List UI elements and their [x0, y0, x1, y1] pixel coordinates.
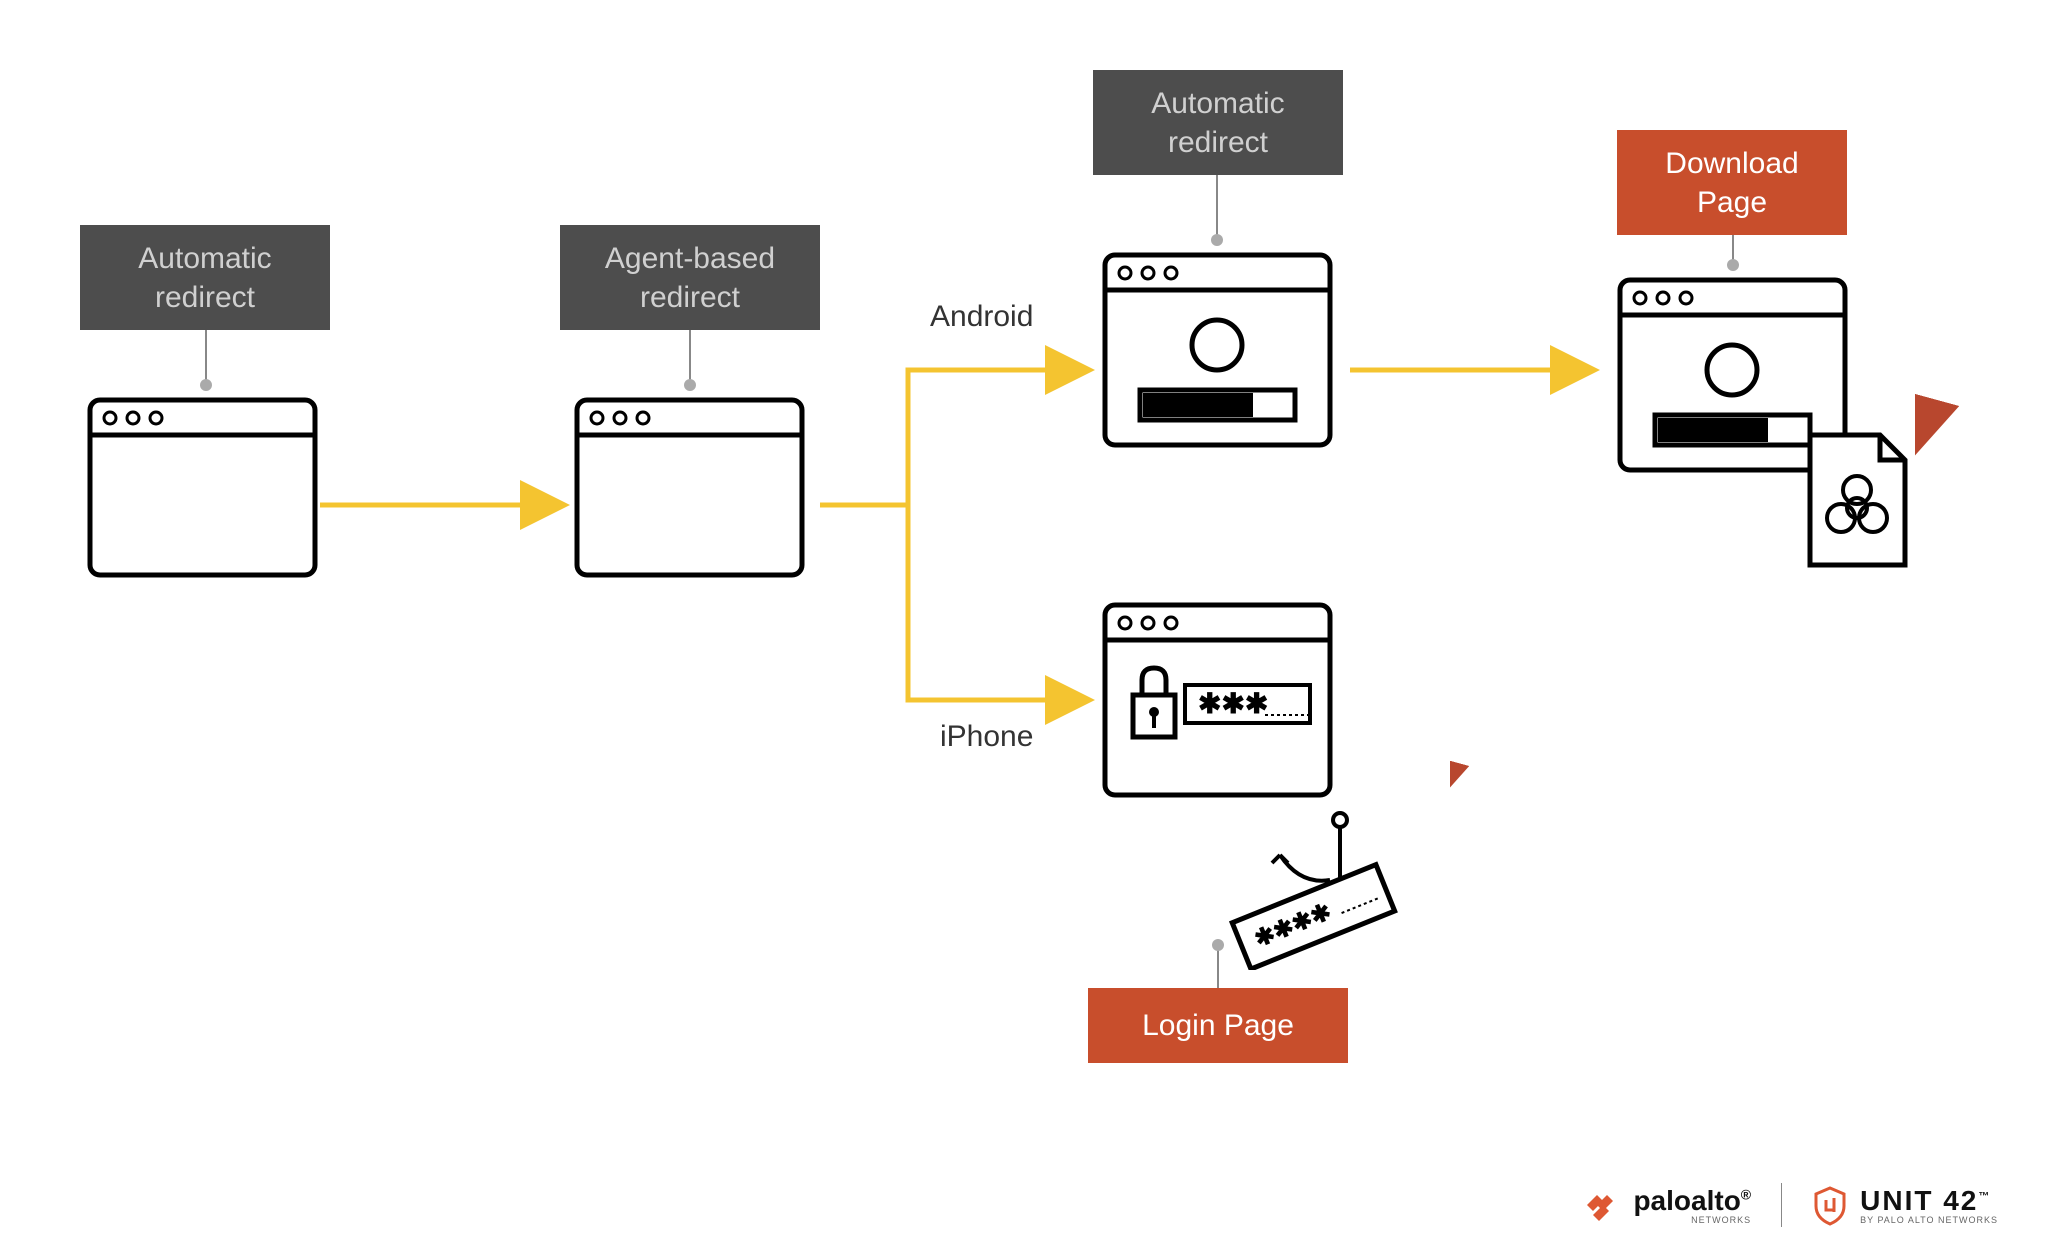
label-auto-redirect-1: Automatic redirect — [80, 225, 330, 330]
paloalto-subtext: NETWORKS — [1633, 1215, 1751, 1225]
pin-3 — [1216, 175, 1218, 240]
pin-5 — [1217, 945, 1219, 988]
path-label-android: Android — [930, 300, 1033, 334]
path-label-iphone: iPhone — [940, 720, 1033, 754]
footer-logos: paloalto® NETWORKS UNIT 42™ BY PALO ALTO… — [1579, 1183, 1998, 1227]
logo-divider — [1781, 1183, 1782, 1227]
label-auto-redirect-2: Automatic redirect — [1093, 70, 1343, 175]
browser-window-login: ✱✱✱ ✱✱✱✱ — [1100, 600, 1450, 975]
paloalto-logo: paloalto® NETWORKS — [1579, 1185, 1751, 1225]
label-agent-redirect: Agent-based redirect — [560, 225, 820, 330]
pin-4 — [1732, 235, 1734, 265]
flow-diagram: Automatic redirect Agent-based redirect … — [0, 0, 2048, 1257]
browser-window-android — [1100, 250, 1335, 455]
label-login-page: Login Page — [1088, 988, 1348, 1063]
browser-window-1 — [85, 395, 320, 585]
unit42-mark-icon — [1812, 1184, 1848, 1226]
browser-window-2 — [572, 395, 807, 585]
browser-window-download — [1615, 275, 1915, 580]
pin-2 — [689, 330, 691, 385]
unit42-logo: UNIT 42™ BY PALO ALTO NETWORKS — [1812, 1184, 1998, 1226]
paloalto-text: paloalto — [1633, 1185, 1740, 1216]
label-download-page: Download Page — [1617, 130, 1847, 235]
pin-1 — [205, 330, 207, 385]
unit42-subtext: BY PALO ALTO NETWORKS — [1860, 1215, 1998, 1225]
paloalto-mark-icon — [1579, 1187, 1621, 1223]
svg-text:✱✱✱: ✱✱✱ — [1198, 688, 1268, 719]
unit42-text: UNIT 42 — [1860, 1185, 1978, 1216]
